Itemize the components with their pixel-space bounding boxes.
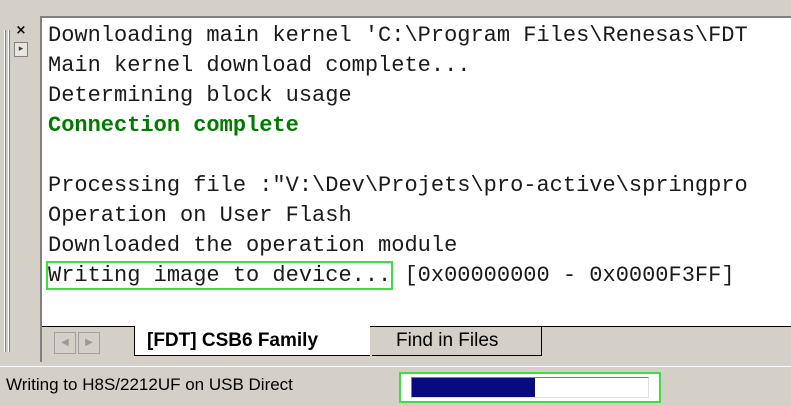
close-icon[interactable]: × — [14, 24, 28, 38]
output-line-connection-complete: Connection complete — [48, 113, 299, 138]
dock-gripper[interactable]: × ▸ — [0, 0, 34, 362]
gripper-line — [8, 30, 10, 352]
output-line: Operation on User Flash — [48, 203, 352, 228]
address-range: [0x00000000 - 0x0000F3FF] — [391, 263, 735, 288]
output-line: Downloaded the operation module — [48, 233, 458, 258]
output-pane[interactable]: Downloading main kernel 'C:\Program File… — [40, 16, 791, 326]
output-line: Downloading main kernel 'C:\Program File… — [48, 23, 748, 48]
output-line: Processing file :"V:\Dev\Projets\pro-act… — [48, 173, 748, 198]
status-bar: Writing to H8S/2212UF on USB Direct — [0, 366, 791, 406]
dock-icon[interactable]: ▸ — [14, 42, 28, 57]
tab-fdt-csb6-family[interactable]: [FDT] CSB6 Family — [134, 326, 370, 356]
gripper-line — [4, 30, 6, 352]
output-line: Determining block usage — [48, 83, 352, 108]
scroll-left-icon[interactable]: ◀ — [54, 332, 76, 354]
output-tab-bar: ◀ ▶ [FDT] CSB6 Family Find in Files — [40, 326, 791, 362]
output-line-writing: Writing image to device... [0x00000000 -… — [45, 261, 735, 291]
progress-bar — [399, 372, 661, 403]
writing-highlight: Writing image to device... — [45, 261, 394, 290]
progress-track — [411, 377, 649, 398]
status-text: Writing to H8S/2212UF on USB Direct — [6, 375, 293, 394]
output-line: Main kernel download complete... — [48, 53, 471, 78]
progress-fill — [412, 378, 535, 397]
tab-find-in-files[interactable]: Find in Files — [372, 326, 542, 356]
scroll-right-icon[interactable]: ▶ — [78, 332, 100, 354]
